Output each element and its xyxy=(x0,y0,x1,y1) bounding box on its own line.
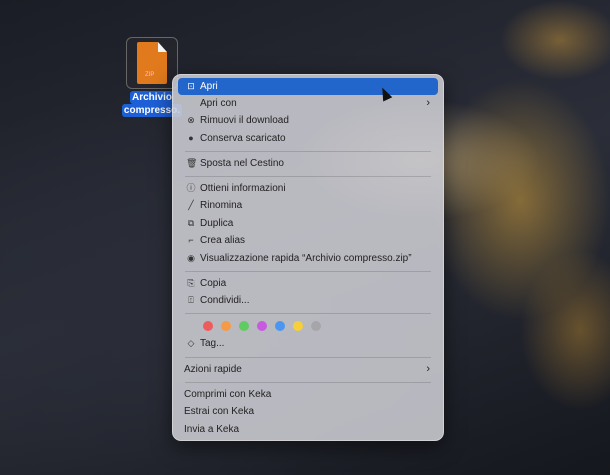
menu-item-open[interactable]: ⊡ Apri xyxy=(178,78,438,95)
menu-item-rename[interactable]: ╱ Rinomina xyxy=(178,197,438,214)
menu-item-make-alias[interactable]: ⌐ Crea alias xyxy=(178,232,438,249)
tag-red[interactable] xyxy=(203,321,213,331)
menu-item-get-info[interactable]: ⓘ Ottieni informazioni xyxy=(178,180,438,197)
menu-item-quick-actions[interactable]: Azioni rapide › xyxy=(178,361,438,378)
separator xyxy=(185,382,431,383)
duplicate-icon: ⧉ xyxy=(187,218,195,228)
menu-item-compress-keka[interactable]: Comprimi con Keka xyxy=(178,386,438,403)
tag-yellow[interactable] xyxy=(293,321,303,331)
tag-colors xyxy=(203,321,321,331)
tag-purple[interactable] xyxy=(257,321,267,331)
menu-item-share[interactable]: ⍐ Condividi... xyxy=(178,292,438,309)
menu-item-copy[interactable]: ⎘ Copia xyxy=(178,275,438,292)
menu-item-extract-keka[interactable]: Estrai con Keka xyxy=(178,403,438,420)
zip-file-icon[interactable]: ZIP xyxy=(126,37,178,89)
menu-item-keep-downloaded[interactable]: ● Conserva scaricato xyxy=(178,130,438,147)
menu-item-tags[interactable]: ◇ Tag... xyxy=(178,335,438,352)
info-icon: ⓘ xyxy=(186,183,196,193)
copy-icon: ⎘ xyxy=(187,278,195,288)
trash-icon: 🗑 xyxy=(186,158,198,168)
tag-orange[interactable] xyxy=(221,321,231,331)
menu-item-open-with[interactable]: Apri con › xyxy=(178,95,438,112)
open-icon: ⊡ xyxy=(187,81,195,91)
menu-item-quick-look[interactable]: ◉ Visualizzazione rapida “Archivio compre… xyxy=(178,250,438,267)
menu-item-duplicate[interactable]: ⧉ Duplica xyxy=(178,215,438,232)
tag-icon: ◇ xyxy=(187,338,195,348)
chevron-right-icon: › xyxy=(426,97,430,109)
alias-icon: ⌐ xyxy=(188,235,194,245)
menu-item-move-trash[interactable]: 🗑 Sposta nel Cestino xyxy=(178,155,438,172)
separator xyxy=(185,313,431,314)
page-fold xyxy=(158,42,167,52)
tag-green[interactable] xyxy=(239,321,249,331)
separator xyxy=(185,151,431,152)
menu-item-send-keka[interactable]: Invia a Keka xyxy=(178,421,438,438)
pencil-icon: ╱ xyxy=(188,200,194,210)
separator xyxy=(185,271,431,272)
download-circle-icon: ● xyxy=(188,133,194,143)
eye-icon: ◉ xyxy=(187,253,195,263)
tag-blue[interactable] xyxy=(275,321,285,331)
chevron-right-icon: › xyxy=(426,363,430,375)
context-menu: ⊡ Apri Apri con › ⊗ Rimuovi il download ● Co… xyxy=(172,74,444,441)
remove-circle-icon: ⊗ xyxy=(187,115,195,125)
tag-gray[interactable] xyxy=(311,321,321,331)
separator xyxy=(185,176,431,177)
separator xyxy=(185,357,431,358)
menu-item-remove-download[interactable]: ⊗ Rimuovi il download xyxy=(178,112,438,129)
share-icon: ⍐ xyxy=(188,295,194,305)
